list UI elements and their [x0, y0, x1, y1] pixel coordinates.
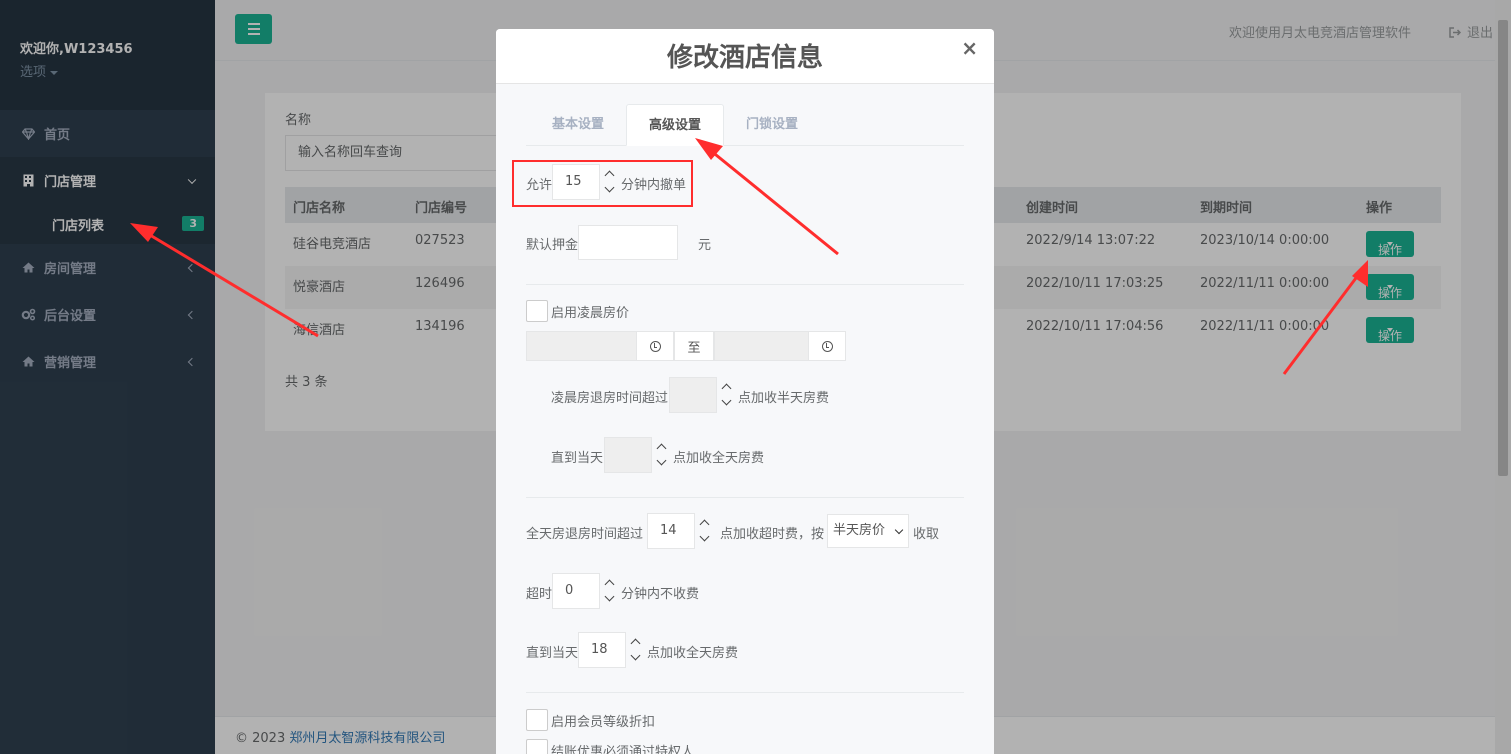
- fee-basis-select[interactable]: 半天房价: [827, 514, 909, 548]
- dialog-title: 修改酒店信息: [666, 43, 823, 73]
- until-hour-input[interactable]: 18: [578, 632, 626, 668]
- overtime-minutes-spinner[interactable]: [601, 573, 621, 609]
- deposit-unit: 元: [698, 238, 712, 253]
- close-icon[interactable]: ×: [961, 36, 978, 60]
- dawn-half-hour-input[interactable]: [669, 377, 717, 413]
- fullday-suffix: 收取: [913, 527, 940, 542]
- overtime-minutes-input[interactable]: 0: [552, 573, 600, 609]
- tab-advanced-settings[interactable]: 高级设置: [626, 104, 724, 146]
- divider: [526, 284, 964, 285]
- tab-basic-settings[interactable]: 基本设置: [536, 104, 620, 146]
- fullday-prefix: 全天房退房时间超过: [526, 527, 644, 542]
- privilege-checkbox[interactable]: [526, 739, 548, 754]
- to-separator: 至: [674, 331, 714, 361]
- until-prefix: 直到当天: [526, 646, 579, 661]
- dialog-header: 修改酒店信息 ×: [496, 29, 994, 84]
- dawn-full-hour-input[interactable]: [604, 437, 652, 473]
- fullday-mid-label: 点加收超时费，按: [720, 527, 825, 542]
- chevron-down-icon: [894, 525, 904, 535]
- clock-icon: [649, 340, 661, 352]
- settings-tabs: 基本设置 高级设置 门锁设置: [526, 104, 964, 146]
- until-hour-spinner[interactable]: [627, 632, 647, 668]
- privilege-label: 结账优惠必须通过特权人: [551, 745, 695, 754]
- divider: [526, 692, 964, 693]
- dawn-start-clock-button[interactable]: [636, 331, 674, 361]
- highlight-box: [512, 160, 693, 207]
- dawn-price-checkbox[interactable]: [526, 300, 548, 322]
- overtime-suffix: 分钟内不收费: [621, 587, 700, 602]
- fullday-hour-input[interactable]: 14: [647, 513, 695, 549]
- dawn-half-prefix: 凌晨房退房时间超过: [551, 391, 669, 406]
- tab-lock-settings[interactable]: 门锁设置: [730, 104, 814, 146]
- member-discount-checkbox[interactable]: [526, 709, 548, 731]
- fullday-hour-spinner[interactable]: [696, 513, 716, 549]
- dawn-end-clock-button[interactable]: [808, 331, 846, 361]
- deposit-label: 默认押金: [526, 238, 579, 253]
- clock-icon: [821, 340, 833, 352]
- dawn-half-hour-spinner[interactable]: [718, 377, 738, 413]
- dawn-end-time-input[interactable]: [714, 331, 809, 361]
- edit-hotel-dialog: 修改酒店信息 × 基本设置 高级设置 门锁设置 允许 15 分钟内撤单 默认押金…: [496, 29, 994, 754]
- member-discount-label: 启用会员等级折扣: [551, 715, 656, 730]
- dawn-start-time-input[interactable]: [526, 331, 637, 361]
- dawn-full-hour-spinner[interactable]: [653, 437, 673, 473]
- dawn-full-suffix: 点加收全天房费: [673, 451, 765, 466]
- dawn-full-prefix: 直到当天: [551, 451, 604, 466]
- dawn-price-label: 启用凌晨房价: [551, 306, 630, 321]
- dawn-half-suffix: 点加收半天房费: [738, 391, 830, 406]
- deposit-input[interactable]: [578, 225, 678, 260]
- overtime-prefix: 超时: [526, 587, 553, 602]
- divider: [526, 497, 964, 498]
- until-suffix: 点加收全天房费: [647, 646, 739, 661]
